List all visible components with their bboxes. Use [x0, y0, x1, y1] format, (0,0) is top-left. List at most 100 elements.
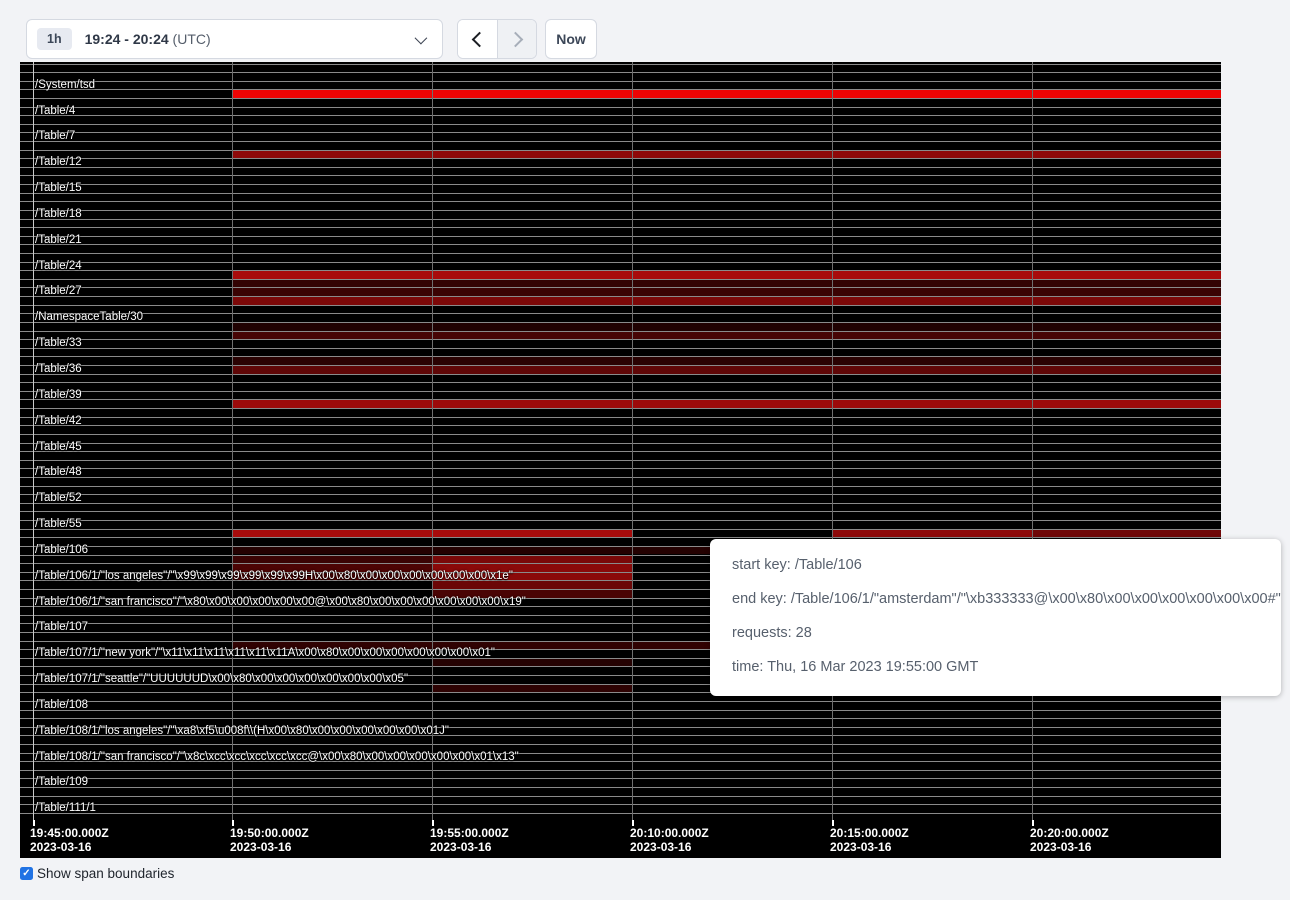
tooltip-end-key: end key: /Table/106/1/"amsterdam"/"\xb33…: [732, 582, 1281, 616]
span-boundary-line: [20, 477, 1221, 478]
heatmap-row-label: /Table/4: [35, 104, 75, 118]
time-range-selector[interactable]: 1h 19:24 - 20:24 (UTC): [26, 19, 443, 59]
span-boundary-line: [20, 486, 1221, 487]
span-boundary-line: [20, 132, 1221, 133]
span-boundary-line: [20, 374, 1221, 375]
heatmap-row-label: /Table/106: [35, 543, 88, 557]
heatmap-cell: [232, 151, 1221, 159]
time-gridline: [1032, 62, 1033, 820]
heatmap-row-label: /Table/12: [35, 155, 82, 169]
now-button[interactable]: Now: [545, 19, 597, 59]
heatmap-cell: [232, 90, 1221, 98]
span-boundary-line: [20, 244, 1221, 245]
span-boundary-line: [20, 98, 1221, 99]
span-boundary-line: [20, 236, 1221, 237]
heatmap[interactable]: /System/tsd/Table/4/Table/7/Table/12/Tab…: [20, 62, 1221, 820]
span-boundary-line: [20, 158, 1221, 159]
heatmap-row-label: /Table/108: [35, 698, 88, 712]
chevron-right-icon: [508, 31, 524, 47]
span-boundary-line: [20, 227, 1221, 228]
span-boundary-line: [20, 193, 1221, 194]
heatmap-cell: [232, 280, 1221, 288]
span-boundary-line: [20, 339, 1221, 340]
time-gridline: [832, 62, 833, 820]
span-boundary-line: [20, 72, 1221, 73]
span-boundary-line: [20, 460, 1221, 461]
heatmap-row-label: /Table/109: [35, 775, 88, 789]
span-boundary-line: [20, 107, 1221, 108]
heatmap-cell: [432, 685, 632, 693]
heatmap-row-label: /Table/15: [35, 181, 82, 195]
prev-time-button[interactable]: [458, 20, 497, 58]
span-boundary-line: [20, 184, 1221, 185]
next-time-button[interactable]: [497, 20, 536, 58]
heatmap-row-label: /Table/24: [35, 259, 82, 273]
span-boundary-line: [20, 787, 1221, 788]
axis-time-label: 20:10:00.000Z2023-03-16: [630, 826, 709, 854]
heatmap-row-label: /Table/111/1: [35, 801, 96, 815]
span-boundary-line: [20, 124, 1221, 125]
heatmap-row-label: /Table/52: [35, 491, 82, 505]
axis-time-label: 19:55:00.000Z2023-03-16: [430, 826, 509, 854]
range-label: 19:24 - 20:24 (UTC): [85, 31, 211, 47]
heatmap-cell: [232, 556, 432, 564]
span-boundary-line: [20, 64, 1221, 65]
heatmap-cell: [1032, 530, 1221, 538]
time-nav-group: [457, 19, 537, 59]
heatmap-row-label: /Table/106/1/"san francisco"/"\x80\x00\x…: [35, 595, 526, 609]
span-boundary-line: [20, 408, 1221, 409]
heatmap-cell: [232, 366, 1221, 374]
span-boundary-line: [20, 503, 1221, 504]
heatmap-cell: [832, 530, 1032, 538]
tooltip-requests: requests: 28: [732, 616, 1281, 650]
span-boundary-line: [20, 710, 1221, 711]
span-boundary-line: [20, 115, 1221, 116]
heatmap-cell: [232, 332, 1221, 340]
heatmap-row-label: /Table/107/1/"new york"/"\x11\x11\x11\x1…: [35, 646, 495, 660]
span-boundary-line: [20, 770, 1221, 771]
span-boundary-line: [20, 701, 1221, 702]
span-tooltip: start key: /Table/106 end key: /Table/10…: [710, 539, 1281, 696]
heatmap-cell: [232, 400, 1221, 408]
span-boundary-line: [20, 443, 1221, 444]
heatmap-row-label: /Table/39: [35, 388, 82, 402]
show-span-boundaries-checkbox[interactable]: ✓: [20, 867, 33, 880]
chevron-down-icon: [415, 31, 428, 44]
heatmap-row-label: /Table/42: [35, 414, 82, 428]
span-boundary-line: [20, 451, 1221, 452]
tooltip-time: time: Thu, 16 Mar 2023 19:55:00 GMT: [732, 650, 1281, 684]
span-boundary-line: [20, 167, 1221, 168]
chevron-left-icon: [471, 31, 487, 47]
heatmap-row-label: /Table/36: [35, 362, 82, 376]
time-gridline: [33, 62, 34, 820]
heatmap-row-label: /Table/18: [35, 207, 82, 221]
time-gridline: [232, 62, 233, 820]
heatmap-row-label: /Table/45: [35, 440, 82, 454]
span-boundary-line: [20, 175, 1221, 176]
time-axis: 19:45:00.000Z2023-03-16 19:50:00.000Z2023…: [20, 820, 1221, 858]
span-boundary-line: [20, 468, 1221, 469]
span-boundary-line: [20, 253, 1221, 254]
show-span-boundaries-label: Show span boundaries: [37, 866, 174, 881]
heatmap-row-label: /Table/108/1/"san francisco"/"\x8c\xcc\x…: [35, 750, 519, 764]
range-timezone: (UTC): [169, 31, 211, 47]
span-boundary-line: [20, 804, 1221, 805]
span-boundary-line: [20, 305, 1221, 306]
span-boundary-line: [20, 796, 1221, 797]
axis-time-label: 20:15:00.000Z2023-03-16: [830, 826, 909, 854]
axis-time-label: 19:45:00.000Z2023-03-16: [30, 826, 109, 854]
range-duration-badge: 1h: [37, 28, 72, 50]
heatmap-row-label: /Table/27: [35, 284, 82, 298]
span-boundary-line: [20, 81, 1221, 82]
axis-time-label: 19:50:00.000Z2023-03-16: [230, 826, 309, 854]
footer-row: ✓ Show span boundaries: [20, 866, 174, 881]
span-boundary-line: [20, 141, 1221, 142]
heatmap-cell: [232, 271, 1221, 279]
heatmap-row-label: /Table/106/1/"los angeles"/"\x99\x99\x99…: [35, 569, 513, 583]
heatmap-row-label: /Table/21: [35, 233, 82, 247]
axis-time-label: 20:20:00.000Z2023-03-16: [1030, 826, 1109, 854]
span-boundary-line: [20, 262, 1221, 263]
span-boundary-line: [20, 219, 1221, 220]
heatmap-cell: [432, 556, 632, 564]
span-boundary-line: [20, 391, 1221, 392]
